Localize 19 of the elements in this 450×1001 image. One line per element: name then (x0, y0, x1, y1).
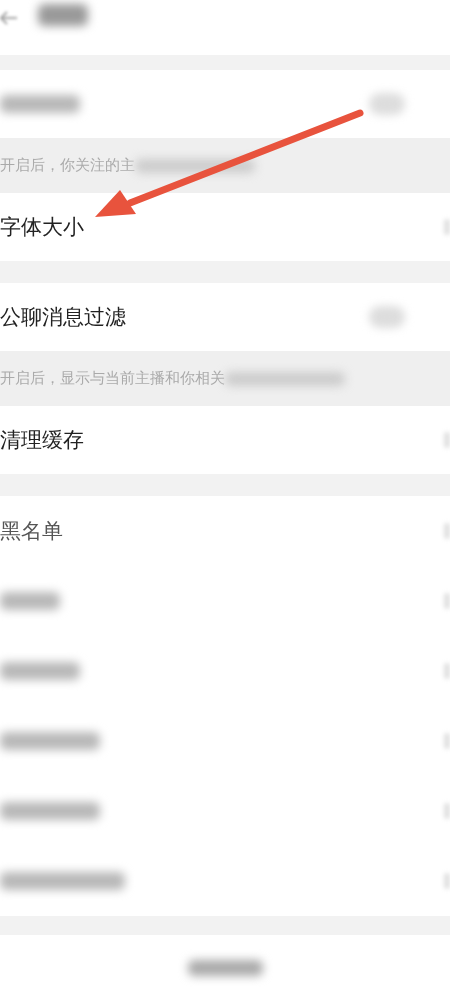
chevron-icon (444, 803, 450, 819)
hint-text: 开启后，你关注的主 (0, 156, 135, 175)
toggle-switch[interactable] (369, 93, 405, 115)
chevron-icon (444, 219, 450, 235)
chevron-icon (444, 873, 450, 889)
chevron-icon (444, 432, 450, 448)
blurred-title (38, 4, 88, 26)
chevron-icon (444, 523, 450, 539)
chevron-icon (444, 593, 450, 609)
blurred-button[interactable] (187, 960, 263, 976)
setting-label: 清理缓存 (0, 427, 84, 454)
toggle-switch[interactable] (369, 306, 405, 328)
setting-label: 黑名单 (0, 518, 63, 545)
setting-label: 公聊消息过滤 (0, 304, 126, 331)
back-icon[interactable] (0, 10, 18, 25)
setting-label: 字体大小 (0, 214, 84, 241)
hint-text: 开启后，显示与当前主播和你相关 (0, 369, 225, 388)
chevron-icon (444, 663, 450, 679)
chevron-icon (444, 733, 450, 749)
